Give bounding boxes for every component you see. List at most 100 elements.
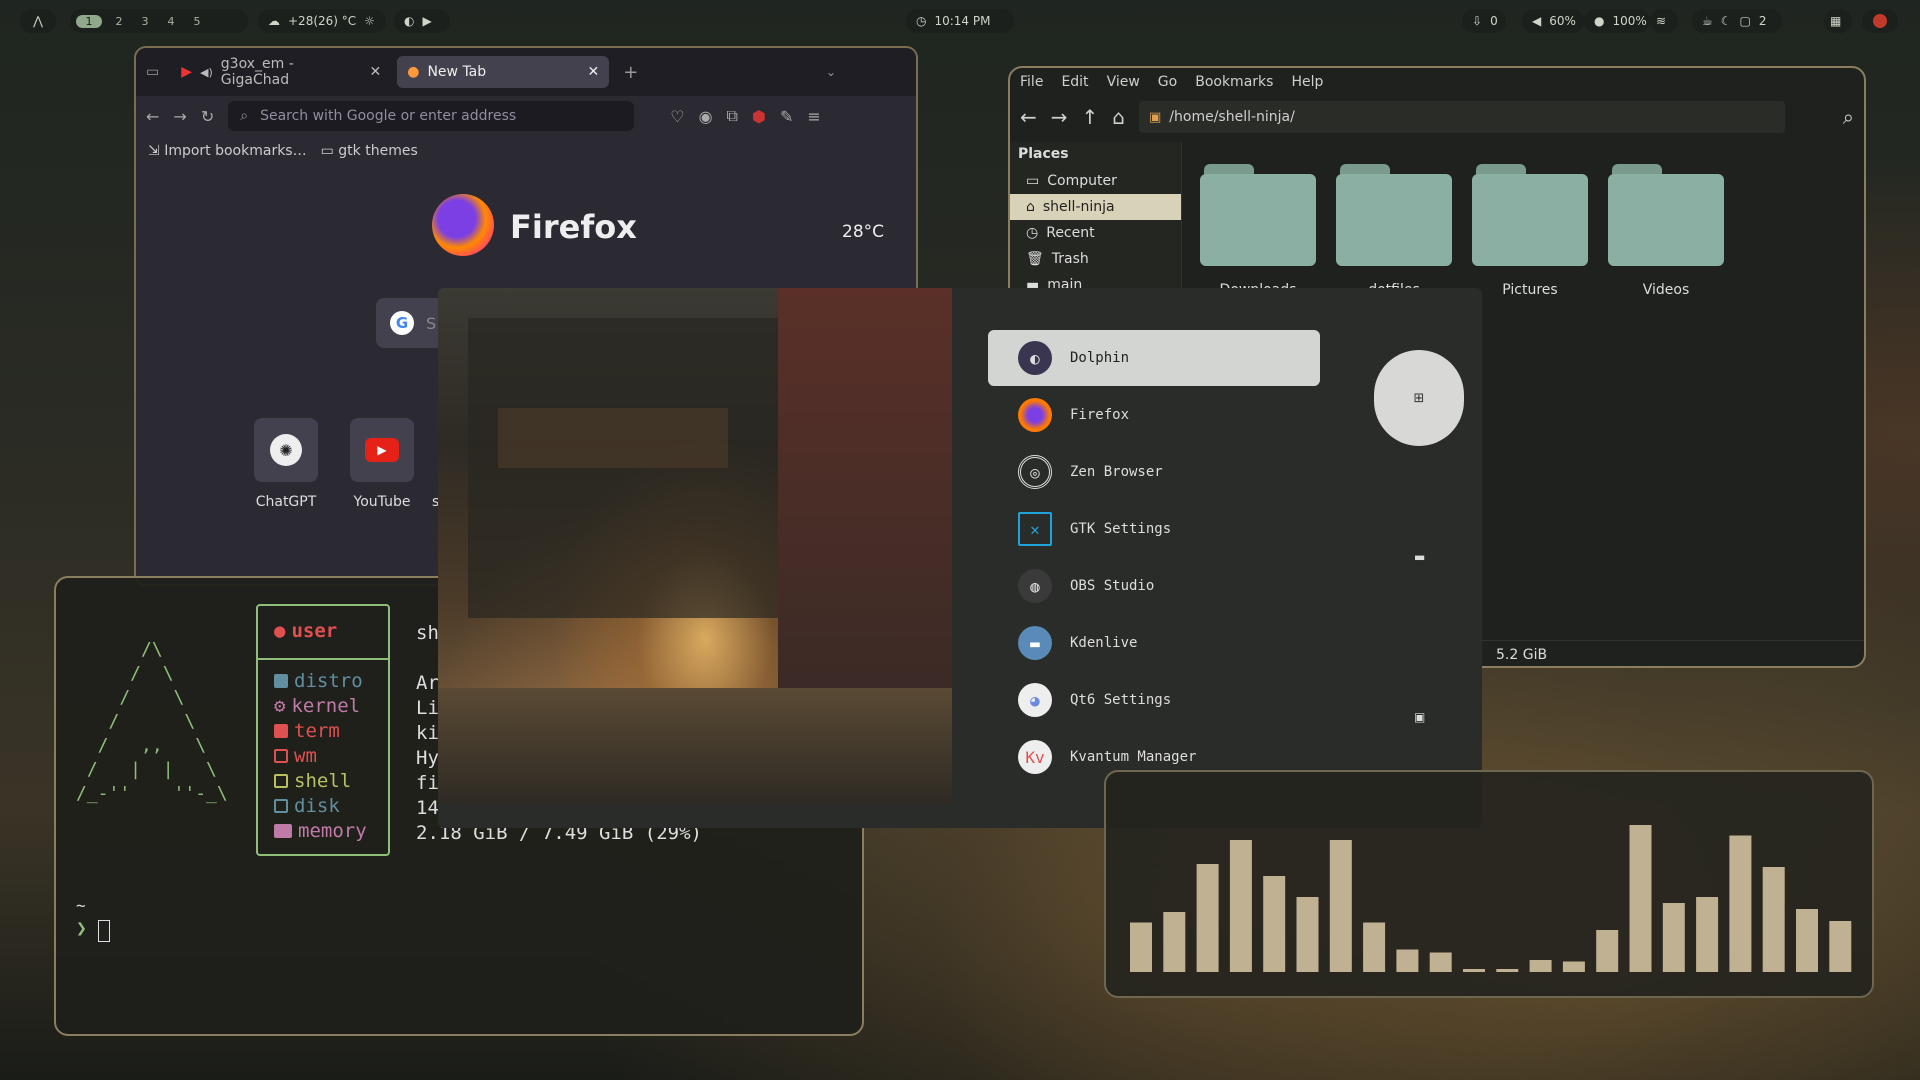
- workspace-4[interactable]: 4: [162, 15, 180, 28]
- firefox-icon: [1018, 398, 1052, 432]
- wallpaper-preview: [438, 288, 952, 804]
- clock-widget[interactable]: ◷ 10:14 PM: [906, 9, 1014, 33]
- visualizer-bar: [1762, 867, 1785, 972]
- power-button[interactable]: [1862, 9, 1898, 33]
- fetch-disk: disk: [274, 795, 340, 817]
- new-tab-icon[interactable]: +: [623, 62, 638, 83]
- visualizer-bar: [1329, 840, 1352, 972]
- tab-list-icon[interactable]: ▭: [146, 64, 159, 80]
- search-placeholder: S: [426, 313, 437, 333]
- arch-menu-button[interactable]: ⋀: [20, 9, 56, 33]
- place-home[interactable]: ⌂ shell-ninja: [1010, 194, 1181, 220]
- nav-bar: ← → ↻ ⌕ Search with Google or enter addre…: [136, 96, 916, 136]
- pocket-icon[interactable]: ♡: [670, 107, 684, 126]
- close-icon[interactable]: ✕: [370, 64, 382, 80]
- grid-icon: ⊞: [1413, 390, 1425, 406]
- menu-file[interactable]: File: [1020, 74, 1043, 90]
- fetch-term: term: [274, 720, 340, 742]
- close-icon[interactable]: ✕: [588, 64, 600, 80]
- clipboard-icon[interactable]: ▢: [1740, 14, 1751, 28]
- files-mode-button[interactable]: ▬: [1414, 550, 1425, 564]
- workspace-3[interactable]: 3: [136, 15, 154, 28]
- coffee-icon[interactable]: ☕: [1702, 14, 1713, 28]
- shortcut-youtube[interactable]: ▶: [350, 418, 414, 482]
- folder-pictures[interactable]: [1472, 164, 1588, 268]
- workspace-5[interactable]: 5: [188, 15, 206, 28]
- place-label: Trash: [1051, 251, 1089, 267]
- mic-icon: ●: [1594, 14, 1605, 28]
- place-computer[interactable]: ▭ Computer: [1010, 168, 1181, 194]
- menu-edit[interactable]: Edit: [1061, 74, 1088, 90]
- url-bar[interactable]: ⌕ Search with Google or enter address: [228, 101, 635, 131]
- workspace-2[interactable]: 2: [110, 15, 128, 28]
- tab-label: New Tab: [427, 64, 487, 80]
- back-icon[interactable]: ←: [146, 107, 159, 126]
- volume-indicator[interactable]: ◀ 60%: [1522, 9, 1584, 33]
- app-label: Kvantum Manager: [1070, 749, 1197, 765]
- cursor: [98, 920, 110, 942]
- menu-bookmarks[interactable]: Bookmarks: [1195, 74, 1273, 90]
- app-obs-studio[interactable]: ◍ OBS Studio: [988, 558, 1320, 614]
- extensions-icon[interactable]: ⧉: [727, 106, 738, 126]
- window-mode-button[interactable]: ▣: [1414, 710, 1425, 724]
- place-trash[interactable]: 🗑 Trash: [1010, 246, 1181, 272]
- tab-new-tab[interactable]: ● New Tab ✕: [397, 56, 610, 88]
- google-icon: G: [390, 311, 414, 335]
- folder-label: Pictures: [1502, 282, 1558, 298]
- forward-icon[interactable]: →: [173, 107, 186, 126]
- moon-icon[interactable]: ☾: [1721, 14, 1732, 28]
- visualizer-bar: [1596, 930, 1619, 972]
- layout-button[interactable]: ▦: [1824, 9, 1852, 33]
- up-icon[interactable]: ↑: [1082, 105, 1099, 129]
- visualizer-bars: [1130, 825, 1852, 972]
- path-bar[interactable]: ▣ /home/shell-ninja/: [1139, 101, 1785, 133]
- workspace-1[interactable]: 1: [76, 14, 102, 28]
- bookmark-import[interactable]: ⇲ Import bookmarks…: [148, 143, 307, 159]
- shortcut-chatgpt[interactable]: ✺: [254, 418, 318, 482]
- forward-icon[interactable]: →: [1051, 105, 1068, 129]
- app-firefox[interactable]: Firefox: [988, 387, 1320, 443]
- visualizer-bar: [1229, 840, 1252, 972]
- folder-videos[interactable]: [1608, 164, 1724, 268]
- app-kdenlive[interactable]: ▬ Kdenlive: [988, 615, 1320, 671]
- place-recent[interactable]: ◷ Recent: [1010, 220, 1181, 246]
- downloads-count: 0: [1490, 14, 1498, 28]
- menu-view[interactable]: View: [1107, 74, 1140, 90]
- window-icon: ▣: [1414, 710, 1426, 724]
- app-qt6-settings[interactable]: ◕ Qt6 Settings: [988, 672, 1320, 728]
- back-icon[interactable]: ←: [1020, 105, 1037, 129]
- tab-gigachad[interactable]: ▶ ◀) g3ox_em - GigaChad ✕: [171, 56, 391, 88]
- bookmark-gtk-themes[interactable]: ▭ gtk themes: [321, 143, 418, 159]
- layers-button[interactable]: ≋: [1650, 9, 1678, 33]
- app-gtk-settings[interactable]: ✕ GTK Settings: [988, 501, 1320, 557]
- label: term: [294, 720, 340, 742]
- app-zen-browser[interactable]: ◎ Zen Browser: [988, 444, 1320, 500]
- reload-icon[interactable]: ↻: [201, 107, 214, 126]
- apps-mode-button[interactable]: ⊞: [1374, 350, 1464, 446]
- firefox-logo-icon: [432, 194, 494, 256]
- weather-widget[interactable]: 28°C: [842, 222, 884, 242]
- menu-icon[interactable]: ≡: [807, 107, 820, 126]
- folder-dotfiles[interactable]: [1336, 164, 1452, 268]
- downloads-indicator[interactable]: ⇩ 0: [1462, 9, 1506, 33]
- chevron-down-icon[interactable]: ⌄: [826, 65, 836, 79]
- eyedropper-icon[interactable]: ✎: [780, 107, 793, 126]
- mic-indicator[interactable]: ● 100%: [1584, 9, 1650, 33]
- search-icon[interactable]: ⌕: [1843, 105, 1854, 129]
- menu-help[interactable]: Help: [1291, 74, 1323, 90]
- app-dolphin[interactable]: ◐ Dolphin: [988, 330, 1320, 386]
- visualizer-bar: [1263, 876, 1286, 972]
- youtube-favicon-icon: ▶: [181, 64, 193, 80]
- media-controls[interactable]: ◐ ▶: [394, 9, 450, 33]
- folder-downloads[interactable]: [1200, 164, 1316, 268]
- account-icon[interactable]: ◉: [699, 107, 713, 126]
- label: shell: [294, 770, 352, 792]
- layers-icon: ≋: [1656, 14, 1667, 28]
- menu-go[interactable]: Go: [1158, 74, 1177, 90]
- weather-widget[interactable]: ☁ +28(26) °C ☼: [258, 9, 386, 33]
- download-icon: ⇩: [1472, 14, 1483, 28]
- home-icon[interactable]: ⌂: [1112, 105, 1125, 129]
- ublock-icon[interactable]: ⬢: [752, 107, 766, 126]
- bookmark-label: gtk themes: [338, 143, 418, 159]
- clock-icon: ◷: [916, 14, 927, 28]
